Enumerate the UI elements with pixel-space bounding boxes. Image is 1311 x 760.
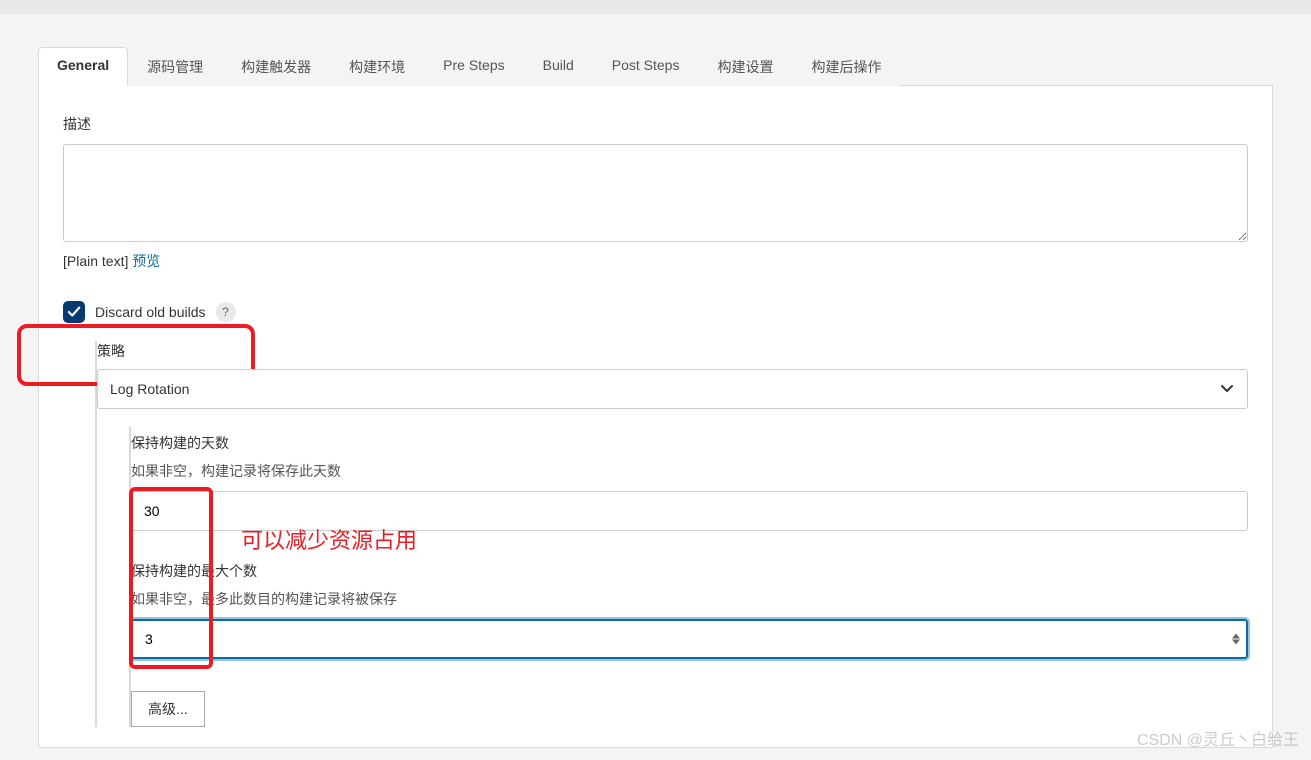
page-container: General 源码管理 构建触发器 构建环境 Pre Steps Build … (0, 14, 1311, 748)
log-rotation-inner: 保持构建的天数 如果非空，构建记录将保存此天数 保持构建的最大个数 如果非空，最… (129, 427, 1248, 727)
tab-presteps[interactable]: Pre Steps (424, 47, 523, 86)
days-to-keep-help: 如果非空，构建记录将保存此天数 (131, 461, 1248, 481)
plain-text-label: [Plain text] (63, 253, 132, 269)
help-icon[interactable]: ? (216, 302, 236, 322)
check-icon (67, 305, 81, 319)
max-to-keep-label: 保持构建的最大个数 (131, 561, 1248, 581)
strategy-selected-value: Log Rotation (110, 381, 189, 397)
advanced-button[interactable]: 高级... (131, 691, 205, 727)
tab-settings[interactable]: 构建设置 (698, 47, 792, 86)
strategy-select[interactable]: Log Rotation (97, 369, 1248, 409)
description-textarea[interactable] (63, 144, 1248, 242)
preview-link[interactable]: 预览 (132, 253, 160, 269)
tabs-bar: General 源码管理 构建触发器 构建环境 Pre Steps Build … (38, 46, 1273, 86)
max-to-keep-section: 保持构建的最大个数 如果非空，最多此数目的构建记录将被保存 (131, 555, 1248, 661)
stepper-up-icon[interactable] (1232, 634, 1240, 639)
config-panel: General 源码管理 构建触发器 构建环境 Pre Steps Build … (38, 46, 1273, 748)
discard-old-builds-checkbox[interactable] (63, 301, 85, 323)
description-format: [Plain text] 预览 (63, 251, 1248, 271)
strategy-select-wrap: Log Rotation (97, 369, 1248, 409)
discard-old-builds-label: Discard old builds (95, 304, 206, 320)
max-to-keep-input-wrap (131, 619, 1248, 659)
max-to-keep-help: 如果非空，最多此数目的构建记录将被保存 (131, 589, 1248, 609)
stepper-down-icon[interactable] (1232, 640, 1240, 645)
days-to-keep-input[interactable] (131, 491, 1248, 531)
max-to-keep-input[interactable] (131, 619, 1248, 659)
chevron-down-icon (1219, 380, 1235, 399)
tab-poststeps[interactable]: Post Steps (593, 47, 699, 86)
discard-nested-block: 策略 Log Rotation 保持构建的天数 如果非空，构建记录将保存此天数 (95, 341, 1248, 727)
tab-general[interactable]: General (38, 47, 128, 86)
tab-postbuild[interactable]: 构建后操作 (792, 47, 900, 86)
description-label: 描述 (63, 114, 1248, 134)
tab-build[interactable]: Build (524, 47, 593, 86)
days-to-keep-section: 保持构建的天数 如果非空，构建记录将保存此天数 (131, 427, 1248, 533)
tab-triggers[interactable]: 构建触发器 (222, 47, 330, 86)
top-bar (0, 0, 1311, 14)
discard-old-builds-row: Discard old builds ? (63, 301, 1248, 323)
content-area: 描述 [Plain text] 预览 Discard old builds ? … (39, 86, 1272, 747)
tab-scm[interactable]: 源码管理 (128, 47, 222, 86)
strategy-label: 策略 (97, 341, 1248, 361)
tab-env[interactable]: 构建环境 (330, 47, 424, 86)
number-stepper (1232, 634, 1240, 645)
days-to-keep-label: 保持构建的天数 (131, 433, 1248, 453)
